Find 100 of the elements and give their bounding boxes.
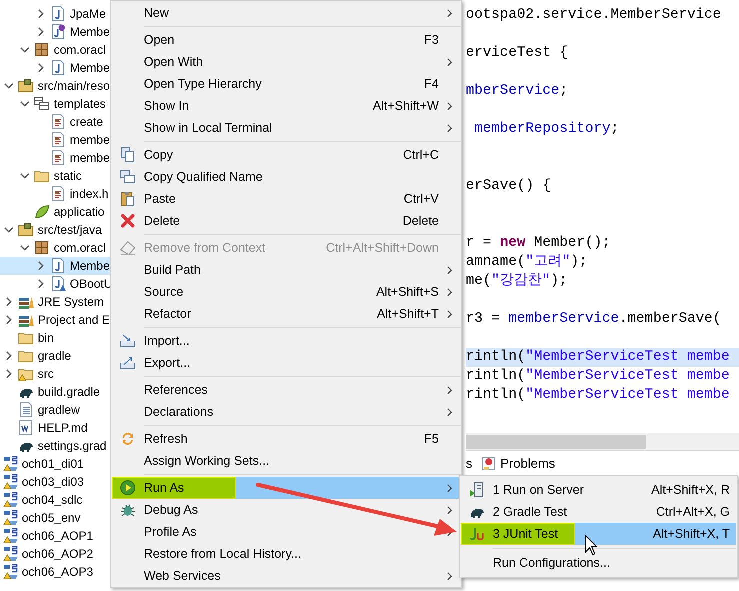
- test-icon: [469, 526, 485, 542]
- tree-item[interactable]: index.h: [0, 185, 110, 203]
- project-warning-icon: [3, 474, 19, 490]
- menu-item[interactable]: Source Alt+Shift+S: [112, 281, 461, 303]
- project-warning-icon: [3, 456, 19, 472]
- tree-item[interactable]: och04_sdlc: [0, 491, 110, 509]
- menu-item[interactable]: Import...: [112, 330, 461, 352]
- menu-item[interactable]: Debug As: [112, 499, 461, 521]
- menu-item[interactable]: Assign Working Sets...: [112, 450, 461, 472]
- panel-tab[interactable]: Problems: [480, 454, 556, 474]
- tree-item[interactable]: Membe: [0, 23, 110, 41]
- delete-icon: [120, 213, 136, 229]
- source-folder-icon: [18, 222, 34, 238]
- package-folder-icon: [34, 96, 50, 112]
- file-icon: [50, 114, 66, 130]
- scrollbar-thumb[interactable]: [466, 435, 646, 449]
- menu-item[interactable]: Show In Alt+Shift+W: [112, 95, 461, 117]
- java-file-icon: [50, 60, 66, 76]
- tree-item[interactable]: och01_di01: [0, 455, 110, 473]
- java-file-icon: [50, 258, 66, 274]
- tree-item[interactable]: settings.grad: [0, 437, 110, 455]
- tree-item[interactable]: build.gradle: [0, 383, 110, 401]
- menu-item[interactable]: Declarations: [112, 401, 461, 423]
- project-warning-icon: [3, 546, 19, 562]
- tree-item[interactable]: och03_di03: [0, 473, 110, 491]
- code-line: mberService;: [466, 82, 570, 101]
- menu-item[interactable]: Restore from Local History...: [112, 543, 461, 565]
- chevron-right-icon: [445, 572, 454, 580]
- chevron-right-icon: [445, 386, 454, 394]
- tree-item[interactable]: JRE System: [0, 293, 110, 311]
- menu-item[interactable]: Web Services: [112, 565, 461, 587]
- tree-item[interactable]: membe: [0, 131, 110, 149]
- menu-item[interactable]: References: [112, 379, 461, 401]
- copy-icon: [120, 147, 136, 163]
- menu-item[interactable]: Delete Delete: [112, 210, 461, 232]
- tree-item[interactable]: templates: [0, 95, 110, 113]
- tree-item[interactable]: Project and E: [0, 311, 110, 329]
- project-warning-icon: [3, 564, 19, 580]
- menu-item[interactable]: Copy Qualified Name: [112, 166, 461, 188]
- menu-item[interactable]: Open F3: [112, 29, 461, 51]
- tree-item[interactable]: static: [0, 167, 110, 185]
- file-icon: [50, 132, 66, 148]
- tree-item[interactable]: och06_AOP3: [0, 563, 110, 581]
- tree-item[interactable]: och06_AOP1: [0, 527, 110, 545]
- menu-item[interactable]: Run Configurations...: [461, 552, 736, 574]
- tree-item[interactable]: com.oracl: [0, 41, 110, 59]
- code-line: me("강감찬");: [466, 272, 569, 291]
- mouse-cursor-icon: [585, 535, 598, 556]
- panel-tab[interactable]: s: [466, 454, 472, 474]
- tree-item[interactable]: com.oracl: [0, 239, 110, 257]
- chevron-right-icon: [445, 266, 454, 274]
- menu-item[interactable]: Profile As: [112, 521, 461, 543]
- tree-item[interactable]: bin: [0, 329, 110, 347]
- keyboard-shortcut: F4: [424, 76, 439, 93]
- tree-item[interactable]: src/main/reso: [0, 77, 110, 95]
- tree-item[interactable]: Membe: [0, 257, 110, 275]
- code-line: r3 = memberService.memberSave(: [466, 310, 722, 329]
- project-warning-icon: [3, 510, 19, 526]
- menu-item[interactable]: 2 Gradle Test Ctrl+Alt+X, G: [461, 501, 736, 523]
- clipboard-icon: [120, 191, 136, 207]
- tree-item[interactable]: membe: [0, 149, 110, 167]
- keyboard-shortcut: Alt+Shift+X, T: [653, 526, 730, 543]
- menu-item[interactable]: Show in Local Terminal: [112, 117, 461, 139]
- menu-item[interactable]: Open Type Hierarchy F4: [112, 73, 461, 95]
- tree-item[interactable]: gradle: [0, 347, 110, 365]
- server-icon: [469, 482, 485, 498]
- project-warning-icon: [3, 528, 19, 544]
- tree-item[interactable]: Membe: [0, 59, 110, 77]
- tree-item[interactable]: src/test/java: [0, 221, 110, 239]
- menu-item[interactable]: New: [112, 2, 461, 24]
- code-line: memberRepository;: [474, 120, 620, 139]
- file-icon: [50, 186, 66, 202]
- file-icon: [50, 150, 66, 166]
- refresh-icon: [120, 431, 136, 447]
- menu-item[interactable]: Refactor Alt+Shift+T: [112, 303, 461, 325]
- horizontal-scrollbar[interactable]: [466, 433, 739, 451]
- tree-item[interactable]: gradlew: [0, 401, 110, 419]
- tree-item[interactable]: src: [0, 365, 110, 383]
- menu-item[interactable]: Open With: [112, 51, 461, 73]
- menu-item[interactable]: Paste Ctrl+V: [112, 188, 461, 210]
- project-warning-icon: [3, 492, 19, 508]
- tree-item[interactable]: applicatio: [0, 203, 110, 221]
- tree-item[interactable]: och05_env: [0, 509, 110, 527]
- menu-item[interactable]: Copy Ctrl+C: [112, 144, 461, 166]
- keyboard-shortcut: F5: [424, 430, 439, 448]
- tree-item[interactable]: och06_AOP2: [0, 545, 110, 563]
- package-icon: [34, 42, 50, 58]
- java-test-file-icon: [50, 276, 66, 292]
- menu-item[interactable]: Run As: [112, 477, 461, 499]
- keyboard-shortcut: Ctrl+Alt+Shift+Down: [326, 240, 439, 257]
- tree-item[interactable]: HELP.md: [0, 419, 110, 437]
- menu-item[interactable]: Build Path: [112, 259, 461, 281]
- menu-item[interactable]: 1 Run on Server Alt+Shift+X, R: [461, 479, 736, 501]
- import-icon: [120, 333, 136, 349]
- menu-item[interactable]: Refresh F5: [112, 428, 461, 450]
- code-line: rintln("MemberServiceTest membe: [466, 367, 731, 386]
- tree-item[interactable]: JpaMe: [0, 5, 110, 23]
- tree-item[interactable]: create: [0, 113, 110, 131]
- menu-item[interactable]: 3 JUnit Test Alt+Shift+X, T: [461, 523, 736, 545]
- menu-item[interactable]: Export...: [112, 352, 461, 374]
